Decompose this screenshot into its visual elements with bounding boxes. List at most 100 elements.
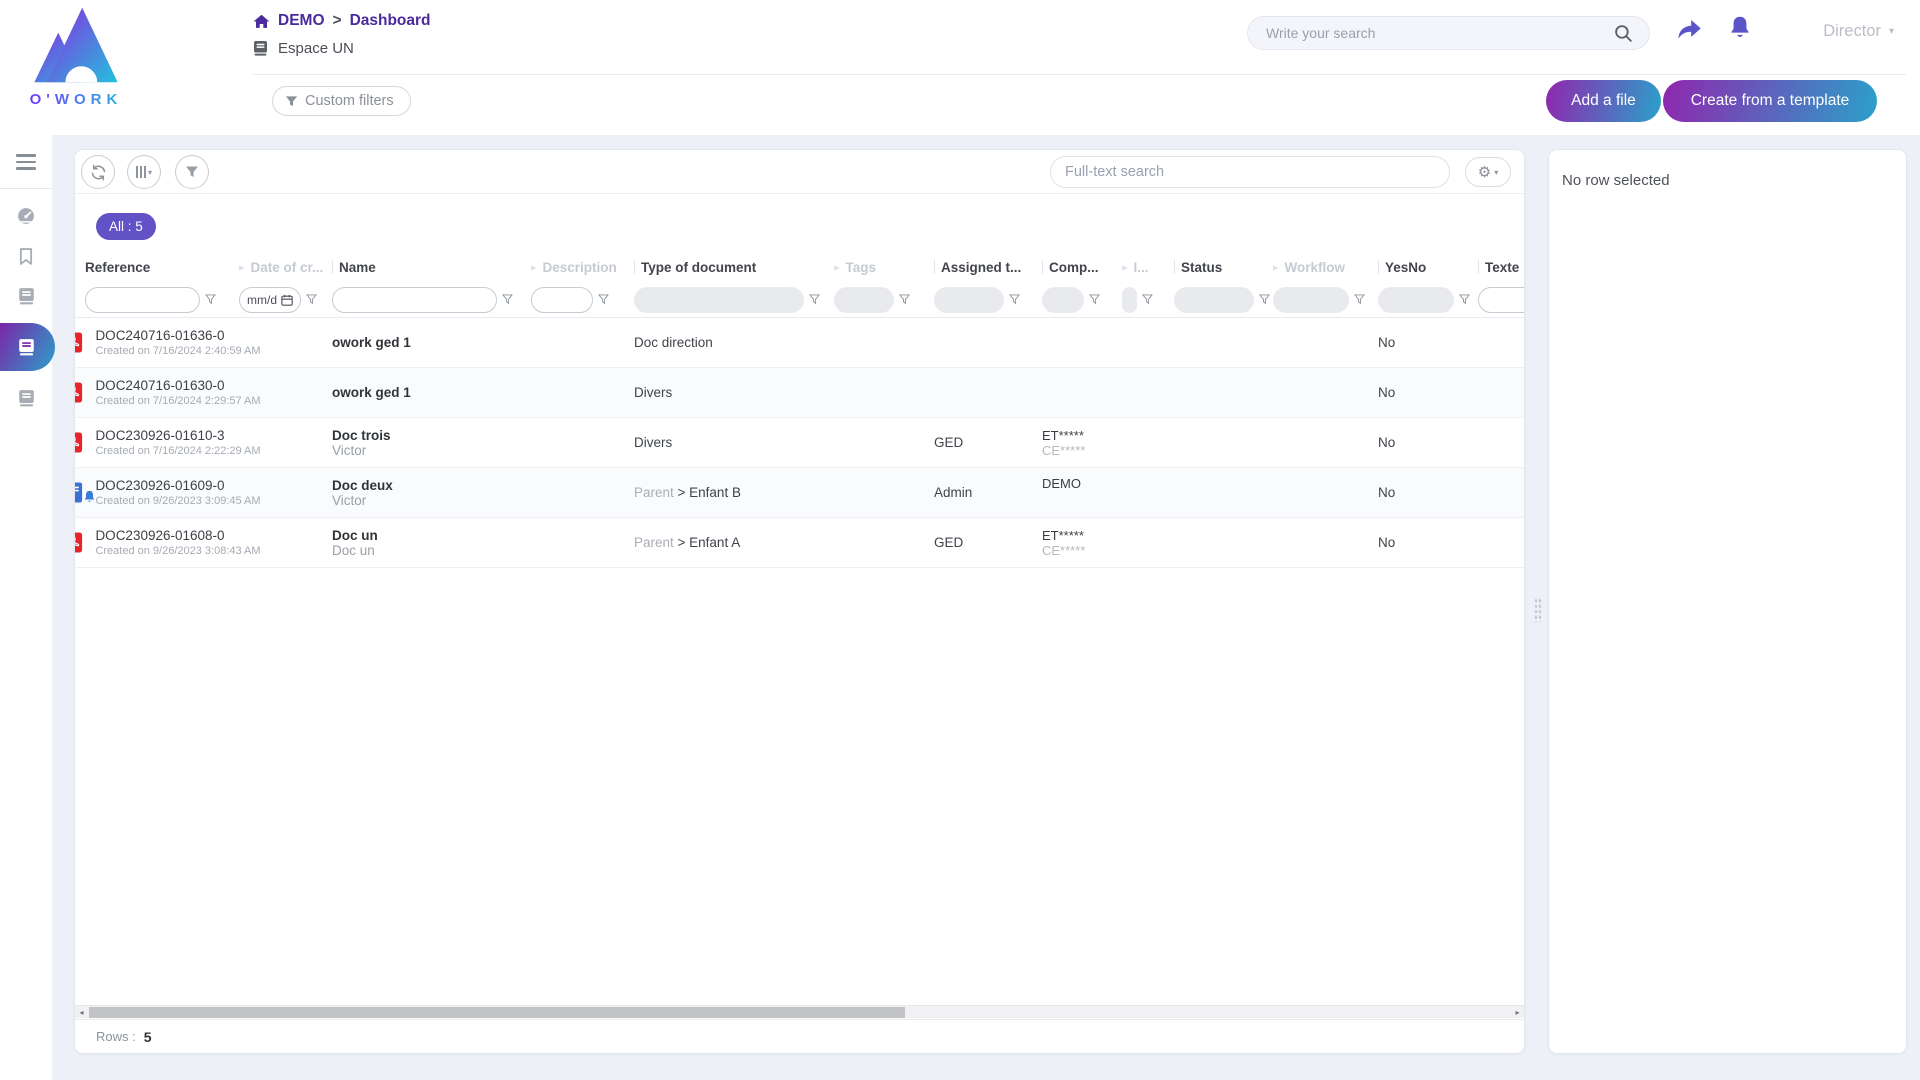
column-header-reference[interactable]: Reference xyxy=(85,260,239,275)
sidebar-divider xyxy=(0,188,52,189)
global-search xyxy=(1247,16,1650,50)
funnel-icon xyxy=(899,294,910,305)
company-filter-funnel-button[interactable] xyxy=(1089,294,1100,305)
scroll-left-arrow[interactable]: ◂ xyxy=(75,1006,88,1018)
document-reference: DOC230926-01610-3 xyxy=(95,428,260,443)
expand-arrow-icon: ▸ xyxy=(239,261,245,274)
documents-table-card: ▾ ⚙ ▾ All : 5 Reference ▸Date of cr... N… xyxy=(75,150,1524,1053)
document-assigned xyxy=(934,368,1042,417)
app-logo[interactable]: O'WORK xyxy=(20,6,132,108)
sidebar-item-bookmarks[interactable] xyxy=(0,239,52,273)
description-filter-input[interactable] xyxy=(531,287,593,313)
table-header-row: Reference ▸Date of cr... Name ▸Descripti… xyxy=(75,252,1524,282)
table-toolbar: ▾ ⚙ ▾ xyxy=(75,150,1524,194)
create-from-template-button[interactable]: Create from a template xyxy=(1663,80,1877,122)
bell-icon xyxy=(1728,15,1752,41)
table-settings-button[interactable]: ⚙ ▾ xyxy=(1465,157,1511,187)
column-header-status[interactable]: Status xyxy=(1174,260,1273,275)
horizontal-scrollbar-thumb[interactable] xyxy=(89,1007,905,1018)
name-filter-funnel-button[interactable] xyxy=(502,294,513,305)
column-header-name[interactable]: Name xyxy=(332,260,531,275)
table-row[interactable]: DOC230926-01608-0 Created on 9/26/2023 3:… xyxy=(75,518,1524,568)
document-assigned: GED xyxy=(934,518,1042,567)
description-filter-funnel-button[interactable] xyxy=(598,294,609,305)
column-header-i[interactable]: ▸I... xyxy=(1122,260,1174,275)
filters-toggle-button[interactable] xyxy=(175,155,209,189)
assigned-filter-funnel-button[interactable] xyxy=(1009,294,1020,305)
all-count-badge[interactable]: All : 5 xyxy=(96,213,156,240)
document-name: Doc deux xyxy=(332,478,531,493)
funnel-icon xyxy=(285,95,298,108)
funnel-icon xyxy=(809,294,820,305)
table-footer: Rows : 5 xyxy=(75,1019,1524,1053)
table-row[interactable]: DOC240716-01636-0Created on 7/16/2024 2:… xyxy=(75,318,1524,368)
rows-count-value: 5 xyxy=(144,1029,152,1045)
horizontal-scrollbar[interactable]: ◂ ▸ xyxy=(75,1005,1524,1018)
document-reference: DOC240716-01630-0 xyxy=(95,378,260,393)
column-header-yesno[interactable]: YesNo xyxy=(1378,260,1478,275)
date-filter-funnel-button[interactable] xyxy=(306,294,317,305)
breadcrumb-current[interactable]: Dashboard xyxy=(350,12,431,30)
scroll-right-arrow[interactable]: ▸ xyxy=(1511,1006,1524,1018)
yesno-filter-funnel-button[interactable] xyxy=(1459,294,1470,305)
document-name-sub: Victor xyxy=(332,443,531,458)
column-header-description[interactable]: ▸Description xyxy=(531,260,634,275)
add-file-button[interactable]: Add a file xyxy=(1546,80,1661,122)
column-header-assigned[interactable]: Assigned t... xyxy=(934,260,1042,275)
status-filter-funnel-button[interactable] xyxy=(1259,294,1270,305)
funnel-icon xyxy=(502,294,513,305)
user-role-menu[interactable]: Director ▾ xyxy=(1823,22,1894,41)
document-created-date: Created on 7/16/2024 2:40:59 AM xyxy=(95,345,260,357)
notifications-button[interactable] xyxy=(1728,15,1752,44)
document-name: Doc trois xyxy=(332,428,531,443)
document-created-date: Created on 9/26/2023 3:08:43 AM xyxy=(95,545,260,557)
document-reference: DOC230926-01608-0 xyxy=(95,528,260,543)
table-row[interactable]: DOC240716-01630-0Created on 7/16/2024 2:… xyxy=(75,368,1524,418)
column-header-type[interactable]: Type of document xyxy=(634,260,834,275)
bookmark-icon xyxy=(18,247,34,266)
sidebar-item-dashboard[interactable] xyxy=(0,199,52,233)
full-text-search xyxy=(1050,156,1450,188)
home-icon[interactable] xyxy=(253,14,270,29)
document-assigned: Admin xyxy=(934,468,1042,517)
speedometer-icon xyxy=(17,207,35,225)
share-button[interactable] xyxy=(1676,18,1703,44)
global-search-input[interactable] xyxy=(1248,25,1614,41)
table-row[interactable]: DOC230926-01610-3Created on 7/16/2024 2:… xyxy=(75,418,1524,468)
tags-filter-funnel-button[interactable] xyxy=(899,294,910,305)
column-header-company[interactable]: Comp... xyxy=(1042,260,1122,275)
breadcrumb-root[interactable]: DEMO xyxy=(278,12,325,30)
expand-arrow-icon: ▸ xyxy=(1122,261,1128,274)
type-filter-funnel-button[interactable] xyxy=(809,294,820,305)
reference-filter-funnel-button[interactable] xyxy=(205,294,216,305)
sidebar-item-espace-active[interactable] xyxy=(0,323,55,371)
global-search-submit[interactable] xyxy=(1614,24,1649,43)
refresh-button[interactable] xyxy=(81,155,115,189)
name-filter-input[interactable] xyxy=(332,287,497,313)
expand-arrow-icon: ▸ xyxy=(531,261,537,274)
reference-filter-input[interactable] xyxy=(85,287,200,313)
column-header-tags[interactable]: ▸Tags xyxy=(834,260,934,275)
rows-count-label: Rows : xyxy=(96,1029,136,1044)
calendar-icon xyxy=(281,294,293,306)
menu-toggle-button[interactable] xyxy=(0,145,52,179)
column-header-texte[interactable]: Texte xyxy=(1478,260,1524,275)
refresh-icon xyxy=(90,164,107,181)
texte-filter-input[interactable] xyxy=(1478,287,1524,313)
columns-visibility-button[interactable]: ▾ xyxy=(127,155,161,189)
sidebar-item-archive[interactable] xyxy=(0,381,52,415)
column-header-date[interactable]: ▸Date of cr... xyxy=(239,260,332,275)
i-filter-funnel-button[interactable] xyxy=(1142,294,1153,305)
date-filter-input[interactable]: mm/d xyxy=(239,287,301,313)
sidebar-item-documents[interactable] xyxy=(0,279,52,313)
column-header-workflow[interactable]: ▸Workflow xyxy=(1273,260,1378,275)
search-icon xyxy=(1614,24,1633,43)
panel-resize-handle[interactable] xyxy=(1534,598,1542,622)
assigned-filter-disabled xyxy=(934,287,1004,313)
user-role-label: Director xyxy=(1823,22,1881,41)
custom-filters-button[interactable]: Custom filters xyxy=(272,86,411,116)
status-filter-disabled xyxy=(1174,287,1254,313)
workflow-filter-funnel-button[interactable] xyxy=(1354,294,1365,305)
table-row[interactable]: w DOC230926-01609-0Created on 9/26/2023 … xyxy=(75,468,1524,518)
full-text-search-input[interactable] xyxy=(1051,164,1449,180)
